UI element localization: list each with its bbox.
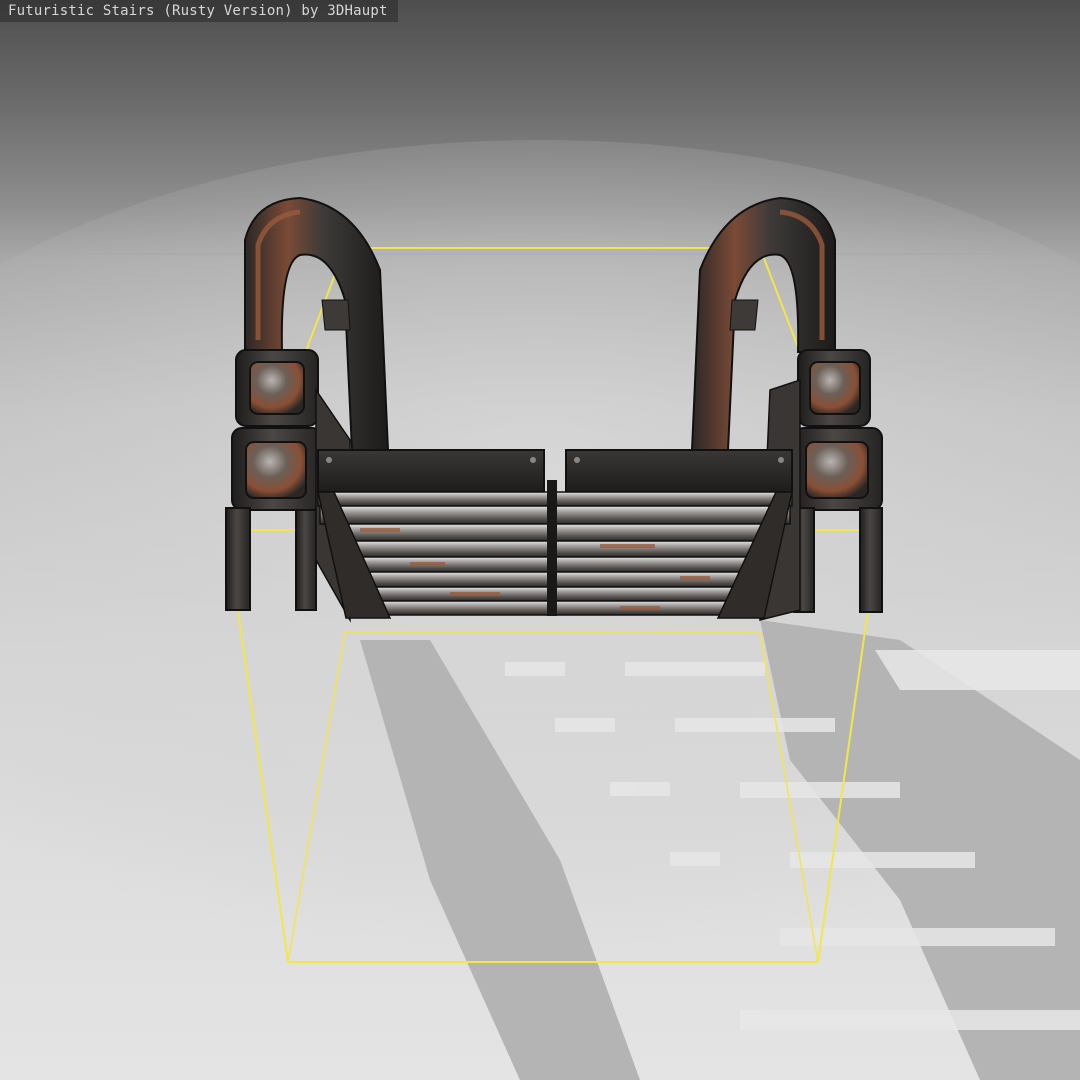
model-viewer-viewport[interactable]: Futuristic Stairs (Rusty Version) by 3DH… <box>0 0 1080 1080</box>
3d-scene-canvas[interactable] <box>0 0 1080 1080</box>
model-title: Futuristic Stairs (Rusty Version) by 3DH… <box>0 0 398 22</box>
